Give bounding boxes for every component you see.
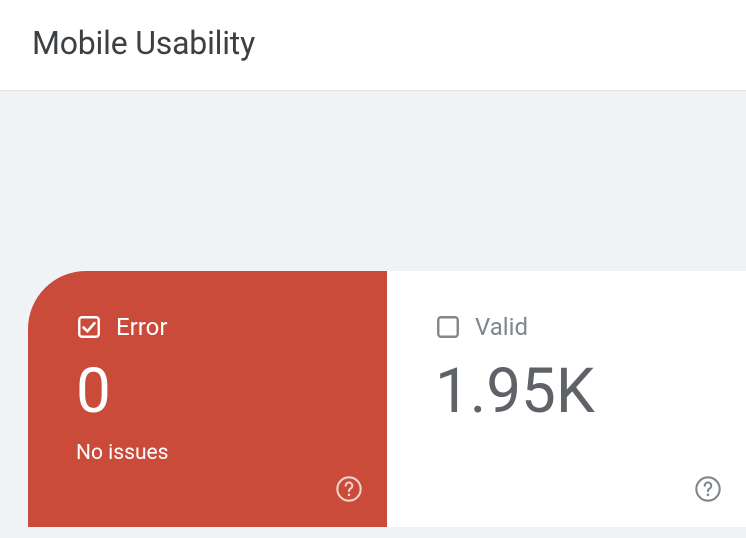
- summary-cards-row: Error 0 No issues Valid: [28, 271, 746, 527]
- checkbox-unchecked-icon: [435, 314, 461, 340]
- checkbox-checked-icon: [76, 314, 102, 340]
- error-card-label: Error: [116, 313, 168, 341]
- help-icon[interactable]: [335, 475, 363, 503]
- error-card-header: Error: [76, 313, 343, 341]
- help-icon[interactable]: [694, 475, 722, 503]
- page-header: Mobile Usability: [0, 0, 746, 91]
- error-card-subtext: No issues: [76, 441, 343, 465]
- valid-card-value: 1.95K: [435, 361, 702, 423]
- valid-card-label: Valid: [475, 313, 528, 341]
- page-title: Mobile Usability: [32, 24, 714, 62]
- content-area: Error 0 No issues Valid: [0, 91, 746, 527]
- valid-card[interactable]: Valid 1.95K: [387, 271, 746, 527]
- valid-card-header: Valid: [435, 313, 702, 341]
- error-card-value: 0: [76, 361, 343, 423]
- error-card[interactable]: Error 0 No issues: [28, 271, 387, 527]
